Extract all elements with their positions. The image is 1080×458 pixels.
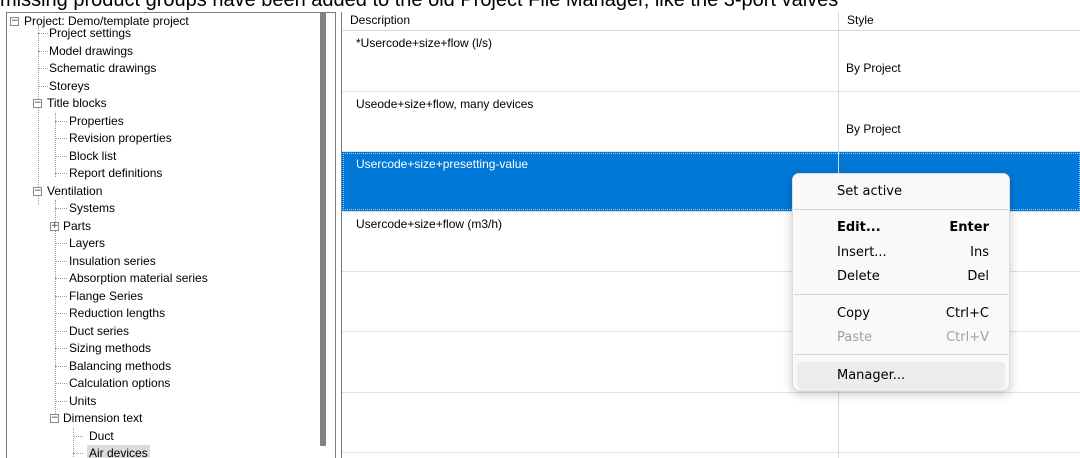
table-row[interactable]: Useode+size+flow, many devices By Projec… — [342, 92, 1080, 152]
row-description: Usercode+size+presetting-value — [356, 157, 529, 171]
tree-item-report-definitions[interactable]: Report definitions — [7, 165, 307, 183]
tree-item-label: Schematic drawings — [49, 61, 157, 75]
tree-item-label: Dimension text — [63, 411, 143, 425]
tree-scrollbar[interactable] — [320, 12, 326, 446]
tree-item-block-list[interactable]: Block list — [7, 148, 307, 166]
collapse-icon[interactable]: − — [33, 186, 42, 196]
tree-item-properties[interactable]: Properties — [7, 113, 307, 131]
tree-item-label: Reduction lengths — [69, 306, 166, 320]
expand-icon[interactable]: + — [50, 221, 59, 231]
tree-item-title-blocks[interactable]: − Title blocks — [7, 95, 307, 113]
tree-item-systems[interactable]: Systems — [7, 200, 307, 218]
menu-item-label: Manager... — [837, 368, 906, 383]
menu-item-shortcut: Ctrl+V — [946, 330, 989, 345]
menu-item-delete[interactable]: Delete Del — [797, 263, 1005, 290]
column-header-style[interactable]: Style — [839, 12, 1080, 31]
row-description: *Usercode+size+flow (l/s) — [356, 36, 493, 50]
table-row[interactable]: *Usercode+size+flow (l/s) By Project — [342, 31, 1080, 92]
tree-item-project-settings[interactable]: Project settings — [7, 25, 307, 43]
context-menu: Set active Edit... Enter Insert... Ins D… — [792, 173, 1010, 391]
tree-item-label: Ventilation — [47, 183, 103, 198]
menu-item-label: Edit... — [837, 220, 881, 235]
tree-item-schematic-drawings[interactable]: Schematic drawings — [7, 60, 307, 78]
tree-item-calculation-options[interactable]: Calculation options — [7, 375, 307, 393]
caption-text-fragment: missing product groups have been added t… — [0, 0, 1080, 12]
menu-item-shortcut: Del — [967, 269, 989, 284]
tree-item-flange-series[interactable]: Flange Series — [7, 288, 307, 306]
tree-item-label: Block list — [69, 148, 117, 163]
menu-item-label: Insert... — [837, 245, 887, 260]
tree-item-storeys[interactable]: Storeys — [7, 78, 307, 96]
collapse-icon[interactable]: − — [33, 99, 42, 108]
project-tree[interactable]: − Project: Demo/template project Project… — [6, 12, 336, 458]
tree-item-absorption-material-series[interactable]: Absorption material series — [7, 270, 307, 288]
menu-item-label: Set active — [837, 184, 902, 199]
menu-item-manager[interactable]: Manager... — [797, 362, 1005, 389]
table-row-empty[interactable] — [342, 393, 1080, 453]
tree-item-sizing-methods[interactable]: Sizing methods — [7, 340, 307, 358]
tree-item-revision-properties[interactable]: Revision properties — [7, 130, 307, 148]
tree-item-label: Sizing methods — [69, 341, 152, 355]
tree-item-label: Layers — [69, 236, 106, 250]
tree-item-label: Properties — [69, 113, 124, 128]
row-style: By Project — [846, 122, 901, 136]
column-header-description[interactable]: Description — [342, 12, 838, 31]
tree-item-label: Revision properties — [69, 131, 172, 145]
menu-item-edit[interactable]: Edit... Enter — [797, 214, 1005, 241]
tree-item-label: Model drawings — [49, 43, 134, 58]
tree-item-label: Flange Series — [69, 288, 144, 303]
column-header-label: Style — [847, 13, 874, 27]
tree-item-label: Project settings — [49, 26, 132, 40]
tree-item-insulation-series[interactable]: Insulation series — [7, 253, 307, 271]
menu-item-shortcut: Enter — [949, 220, 989, 235]
menu-separator — [794, 209, 1008, 210]
tree-item-label: Calculation options — [69, 376, 171, 390]
tree-item-dimension-text[interactable]: − Dimension text — [7, 410, 307, 428]
menu-item-label: Delete — [837, 269, 880, 284]
column-header-label: Description — [350, 13, 411, 27]
menu-item-copy[interactable]: Copy Ctrl+C — [797, 300, 1005, 327]
tree-item-parts[interactable]: + Parts — [7, 218, 307, 236]
tree-item-label: Storeys — [49, 78, 90, 93]
menu-item-paste: Paste Ctrl+V — [797, 324, 1005, 351]
tree-item-air-devices[interactable]: Air devices — [7, 445, 307, 458]
tree-item-reduction-lengths[interactable]: Reduction lengths — [7, 305, 307, 323]
tree-item-label: Title blocks — [47, 96, 107, 110]
tree-item-ventilation[interactable]: − Ventilation — [7, 183, 307, 201]
tree-item-label: Insulation series — [69, 253, 156, 268]
menu-item-shortcut: Ins — [970, 245, 989, 260]
tree-item-layers[interactable]: Layers — [7, 235, 307, 253]
tree-item-model-drawings[interactable]: Model drawings — [7, 43, 307, 61]
caption-text: missing product groups have been added t… — [0, 0, 839, 11]
menu-item-label: Paste — [837, 330, 873, 345]
tree-item-label: Balancing methods — [69, 358, 172, 373]
tree-item-duct[interactable]: Duct — [7, 428, 307, 446]
menu-separator — [794, 294, 1008, 295]
tree-item-label: Air devices — [87, 445, 150, 458]
menu-item-label: Copy — [837, 306, 870, 321]
row-description: Useode+size+flow, many devices — [356, 97, 534, 111]
menu-item-set-active[interactable]: Set active — [797, 178, 1005, 205]
row-style: By Project — [846, 61, 901, 75]
tree-item-duct-series[interactable]: Duct series — [7, 323, 307, 341]
menu-item-insert[interactable]: Insert... Ins — [797, 239, 1005, 266]
tree-item-label: Report definitions — [69, 166, 163, 180]
tree-item-label: Parts — [63, 218, 92, 233]
tree-item-label: Units — [69, 393, 97, 408]
tree-item-balancing-methods[interactable]: Balancing methods — [7, 358, 307, 376]
tree-item-label: Systems — [69, 201, 116, 215]
row-description: Usercode+size+flow (m3/h) — [356, 217, 503, 231]
tree-item-units[interactable]: Units — [7, 393, 307, 411]
tree-item-label: Duct — [89, 428, 114, 443]
tree-item-label: Duct series — [69, 323, 130, 338]
menu-separator — [794, 354, 1008, 355]
tree-item-label: Absorption material series — [69, 271, 208, 285]
collapse-icon[interactable]: − — [50, 414, 59, 423]
menu-item-shortcut: Ctrl+C — [945, 306, 989, 321]
